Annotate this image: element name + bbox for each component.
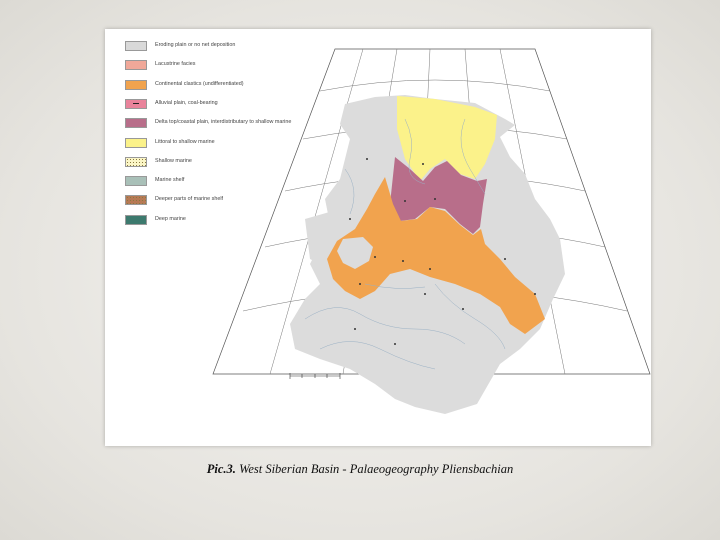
settlement-dot (424, 293, 426, 295)
legend-swatch (125, 137, 147, 148)
legend-label: Alluvial plain, coal-bearing (155, 99, 218, 106)
settlement-dot (534, 293, 536, 295)
settlement-dot (354, 328, 356, 330)
settlement-dot (434, 198, 436, 200)
legend-item: Deep marine (125, 214, 345, 225)
figure-caption: Pic.3. West Siberian Basin - Palaeogeogr… (0, 462, 720, 477)
legend-swatch (125, 79, 147, 90)
legend-item: Eroding plain or no net deposition (125, 41, 345, 51)
palaeogeography-map (212, 48, 651, 414)
legend-label: Littoral to shallow marine (155, 138, 215, 145)
legend-item: Continental clastics (undifferentiated) (125, 79, 345, 90)
legend-item: Alluvial plain, coal-bearing (125, 98, 345, 109)
latitude-line (319, 79, 551, 92)
legend-label: Continental clastics (undifferentiated) (155, 80, 244, 87)
legend-swatch (125, 156, 147, 167)
legend-label: Marine shelf (155, 177, 185, 184)
settlement-dot (402, 260, 404, 262)
map-figure: Eroding plain or no net deposition Lacust… (105, 29, 651, 446)
legend-item: Delta top/coastal plain, interdistributa… (125, 118, 345, 129)
caption-text: West Siberian Basin - Palaeogeography Pl… (235, 462, 514, 476)
legend-swatch (125, 41, 147, 51)
legend-label: Deeper parts of marine shelf (155, 196, 224, 203)
legend-item: Littoral to shallow marine (125, 137, 345, 148)
legend-item: Shallow marine (125, 156, 345, 167)
legend-swatch (125, 176, 147, 187)
settlement-dot (394, 343, 396, 345)
legend-label: Delta top/coastal plain, interdistributa… (155, 119, 292, 126)
settlement-dot (374, 256, 376, 258)
settlement-dot (462, 308, 464, 310)
legend-label: Eroding plain or no net deposition (155, 42, 236, 48)
legend-label: Lacustrine facies (155, 61, 196, 68)
settlement-dot (422, 163, 424, 165)
settlement-dot (429, 268, 431, 270)
settlement-dot (404, 200, 406, 202)
legend-item: Marine shelf (125, 176, 345, 187)
legend-label: Deep marine (155, 215, 186, 222)
legend-swatch (125, 118, 147, 129)
caption-prefix: Pic.3. (206, 462, 236, 476)
legend-swatch (125, 195, 147, 206)
legend-item: Lacustrine facies (125, 60, 345, 71)
legend-label: Shallow marine (155, 157, 192, 164)
legend-swatch (125, 98, 147, 109)
settlement-dot (504, 258, 506, 260)
legend-swatch (125, 214, 147, 225)
legend-item: Deeper parts of marine shelf (125, 195, 345, 206)
settlement-dot (366, 158, 368, 160)
settlement-dot (359, 283, 361, 285)
settlement-dot (349, 218, 351, 220)
legend-swatch (125, 60, 147, 71)
